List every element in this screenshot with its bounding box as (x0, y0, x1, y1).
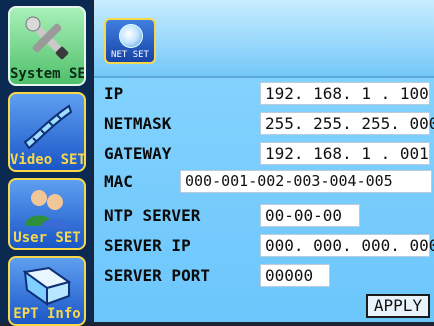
form-row-server-port: SERVER PORT 00000 (94, 262, 434, 294)
form-row-netmask: NETMASK 255. 255. 255. 000 (94, 110, 434, 142)
net-set-button[interactable]: NET SET (104, 18, 156, 64)
netmask-field[interactable]: 255. 255. 255. 000 (260, 112, 434, 135)
globe-icon (119, 24, 143, 48)
info-icon (22, 266, 72, 306)
sidebar-item-label: Video SET (10, 152, 86, 168)
apply-button[interactable]: APPLY (366, 294, 430, 318)
mac-field[interactable]: 000-001-002-003-004-005 (180, 170, 432, 193)
gateway-field[interactable]: 192. 168. 1 . 001 (260, 142, 430, 165)
sidebar-item-user-set[interactable]: User SET (8, 178, 86, 250)
ip-field[interactable]: 192. 168. 1 . 100 (260, 82, 430, 105)
form-row-ip: IP 192. 168. 1 . 100 (94, 80, 434, 112)
ntp-server-field[interactable]: 00-00-00 (260, 204, 360, 227)
film-icon (23, 104, 73, 150)
mac-label: MAC (104, 172, 133, 191)
netmask-label: NETMASK (104, 114, 172, 133)
sidebar: System SET Video SET User SET EPT Info (0, 0, 92, 326)
form-row-mac: MAC 000-001-002-003-004-005 (94, 168, 434, 200)
net-set-label: NET SET (111, 50, 149, 60)
sidebar-item-label: User SET (13, 230, 81, 246)
sidebar-item-ept-info[interactable]: EPT Info (8, 256, 86, 326)
users-icon (25, 190, 69, 228)
sidebar-item-system-set[interactable]: System SET (8, 6, 86, 86)
sidebar-item-label: System SET (10, 66, 86, 82)
server-ip-label: SERVER IP (104, 236, 191, 255)
tools-icon (25, 16, 69, 60)
sidebar-item-video-set[interactable]: Video SET (8, 92, 86, 172)
ntp-server-label: NTP SERVER (104, 206, 201, 225)
server-ip-field[interactable]: 000. 000. 000. 000 (260, 234, 434, 257)
gateway-label: GATEWAY (104, 144, 172, 163)
form-row-ntp-server: NTP SERVER 00-00-00 (94, 202, 434, 234)
main-panel: NET SET IP 192. 168. 1 . 100 NETMASK 255… (94, 0, 434, 322)
server-port-field[interactable]: 00000 (260, 264, 330, 287)
server-port-label: SERVER PORT (104, 266, 210, 285)
sidebar-item-label: EPT Info (13, 306, 81, 322)
ip-label: IP (104, 84, 124, 103)
header: NET SET (94, 0, 434, 78)
form-row-server-ip: SERVER IP 000. 000. 000. 000 (94, 232, 434, 264)
